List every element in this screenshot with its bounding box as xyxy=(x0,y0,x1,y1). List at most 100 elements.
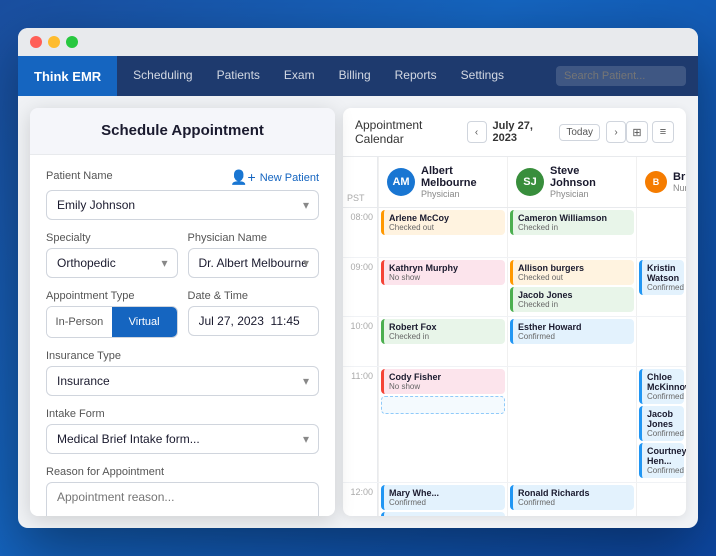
reason-row: Reason for Appointment xyxy=(46,466,319,516)
patient-name-row: Patient Name 👤+ New Patient Emily Johnso… xyxy=(46,169,319,220)
time-label-10: 10:00 xyxy=(343,317,378,366)
time-row-09: 09:00 Kathryn Murphy No show Allison bur… xyxy=(343,258,686,317)
appt-cameron-w[interactable]: Cameron Williamson Checked in xyxy=(510,210,634,235)
appt-cody[interactable]: Cody Fisher No show xyxy=(381,369,505,394)
grid-view-button[interactable]: ⊞ xyxy=(626,121,648,143)
specialty-physician-row: Specialty Orthopedic Physician Name Dr. … xyxy=(46,232,319,278)
nav-item-billing[interactable]: Billing xyxy=(327,56,383,96)
new-patient-icon: 👤+ xyxy=(230,169,256,186)
browser-dots xyxy=(30,36,686,48)
appt-jacob-j[interactable]: Jacob Jones Checked in xyxy=(510,287,634,312)
new-patient-button[interactable]: 👤+ New Patient xyxy=(230,169,319,186)
search-input[interactable] xyxy=(556,66,686,86)
specialty-select[interactable]: Orthopedic xyxy=(46,248,178,278)
intake-select[interactable]: Medical Brief Intake form... xyxy=(46,424,319,454)
appt-kristin[interactable]: Kristin Watson Confirmed xyxy=(639,260,684,295)
specialty-col: Specialty Orthopedic xyxy=(46,232,178,278)
steve-avatar: SJ xyxy=(516,168,544,196)
form-title: Schedule Appointment xyxy=(101,122,264,139)
time-row-12: 12:00 Mary Whe... Confirmed Cameron Will… xyxy=(343,483,686,516)
patient-name-label: Patient Name xyxy=(46,170,113,182)
nav-item-patients[interactable]: Patients xyxy=(205,56,272,96)
prev-day-button[interactable]: ‹ xyxy=(467,121,487,143)
nav-items: Scheduling Patients Exam Billing Reports… xyxy=(121,56,516,96)
appt-jacob-j2[interactable]: Jacob Jones Confirmed xyxy=(639,406,684,441)
brian-avatar: B xyxy=(645,171,667,193)
time-row-08: 08:00 Arlene McCoy Checked out Cameron W… xyxy=(343,208,686,258)
cell-08-1: Arlene McCoy Checked out xyxy=(378,208,507,257)
albert-name: Albert Melbourne xyxy=(421,165,499,189)
specialty-label: Specialty xyxy=(46,232,178,244)
next-day-button[interactable]: › xyxy=(606,121,626,143)
cell-09-3: Kristin Watson Confirmed xyxy=(636,258,686,316)
calendar-title: Appointment Calendar xyxy=(355,118,467,146)
datetime-col: Date & Time xyxy=(188,290,320,338)
physician-header: PST AM Albert Melbourne Physician SJ Ste… xyxy=(343,157,686,208)
dot-yellow[interactable] xyxy=(48,36,60,48)
datetime-input[interactable] xyxy=(188,306,320,336)
datetime-label: Date & Time xyxy=(188,290,320,302)
intake-label: Intake Form xyxy=(46,408,319,420)
nav-item-reports[interactable]: Reports xyxy=(383,56,449,96)
main-content: Schedule Appointment Patient Name 👤+ New… xyxy=(18,96,698,528)
albert-role: Physician xyxy=(421,189,499,199)
brian-name: Brian xyxy=(673,171,686,183)
calendar-grid: 08:00 Arlene McCoy Checked out Cameron W… xyxy=(343,208,686,516)
pst-label: PST xyxy=(343,157,378,207)
cell-12-1: Mary Whe... Confirmed Cameron Williamson… xyxy=(378,483,507,516)
physician-brian: B Brian Nurse xyxy=(636,157,686,207)
virtual-button[interactable]: Virtual xyxy=(112,307,177,337)
nav-item-scheduling[interactable]: Scheduling xyxy=(121,56,204,96)
physician-steve: SJ Steve Johnson Physician xyxy=(507,157,636,207)
appt-robert[interactable]: Robert Fox Checked in xyxy=(381,319,505,344)
insurance-label: Insurance Type xyxy=(46,350,319,362)
appt-courtney[interactable]: Courtney Hen... Confirmed xyxy=(639,443,684,478)
nav-item-exam[interactable]: Exam xyxy=(272,56,327,96)
in-person-button[interactable]: In-Person xyxy=(47,307,112,337)
appt-type-toggle: In-Person Virtual xyxy=(46,306,178,338)
physician-select-wrapper: Dr. Albert Melbourne xyxy=(188,248,320,278)
new-patient-label: New Patient xyxy=(260,172,319,184)
form-panel: Schedule Appointment Patient Name 👤+ New… xyxy=(30,108,335,516)
specialty-select-wrapper: Orthopedic xyxy=(46,248,178,278)
appt-arlene[interactable]: Arlene McCoy Checked out xyxy=(381,210,505,235)
time-label-11: 11:00 xyxy=(343,367,378,482)
form-body: Patient Name 👤+ New Patient Emily Johnso… xyxy=(30,155,335,516)
physician-select[interactable]: Dr. Albert Melbourne xyxy=(188,248,320,278)
reason-label: Reason for Appointment xyxy=(46,466,319,478)
physician-albert: AM Albert Melbourne Physician xyxy=(378,157,507,207)
appt-allison[interactable]: Allison burgers Checked out xyxy=(510,260,634,285)
appt-type-label: Appointment Type xyxy=(46,290,178,302)
nav-brand: Think EMR xyxy=(18,56,117,96)
appt-dashed xyxy=(381,396,505,414)
time-label-09: 09:00 xyxy=(343,258,378,316)
appt-esther[interactable]: Esther Howard Confirmed xyxy=(510,319,634,344)
today-button[interactable]: Today xyxy=(559,124,600,141)
dot-green[interactable] xyxy=(66,36,78,48)
dot-red[interactable] xyxy=(30,36,42,48)
steve-info: Steve Johnson Physician xyxy=(550,165,628,199)
reason-textarea[interactable] xyxy=(46,482,319,516)
albert-info: Albert Melbourne Physician xyxy=(421,165,499,199)
list-view-button[interactable]: ≡ xyxy=(652,121,674,143)
time-row-10: 10:00 Robert Fox Checked in Esther Howar… xyxy=(343,317,686,367)
cell-12-3 xyxy=(636,483,686,516)
albert-avatar: AM xyxy=(387,168,415,196)
appt-mary[interactable]: Mary Whe... Confirmed xyxy=(381,485,505,510)
intake-row: Intake Form Medical Brief Intake form... xyxy=(46,408,319,454)
appt-cameron-w2[interactable]: Cameron Williamson Confirmed xyxy=(381,512,505,516)
patient-select[interactable]: Emily Johnson xyxy=(46,190,319,220)
appt-ronald[interactable]: Ronald Richards Confirmed xyxy=(510,485,634,510)
insurance-select[interactable]: Insurance xyxy=(46,366,319,396)
nav-item-settings[interactable]: Settings xyxy=(449,56,516,96)
insurance-select-wrapper: Insurance xyxy=(46,366,319,396)
appt-chloe[interactable]: Chloe McKinnow Confirmed xyxy=(639,369,684,404)
top-nav: Think EMR Scheduling Patients Exam Billi… xyxy=(18,56,698,96)
form-header: Schedule Appointment xyxy=(30,108,335,155)
physician-col: Physician Name Dr. Albert Melbourne xyxy=(188,232,320,278)
appt-kathryn[interactable]: Kathryn Murphy No show xyxy=(381,260,505,285)
cell-10-1: Robert Fox Checked in xyxy=(378,317,507,366)
cell-10-2: Esther Howard Confirmed xyxy=(507,317,636,366)
cell-08-2: Cameron Williamson Checked in xyxy=(507,208,636,257)
cell-11-1: Cody Fisher No show xyxy=(378,367,507,482)
